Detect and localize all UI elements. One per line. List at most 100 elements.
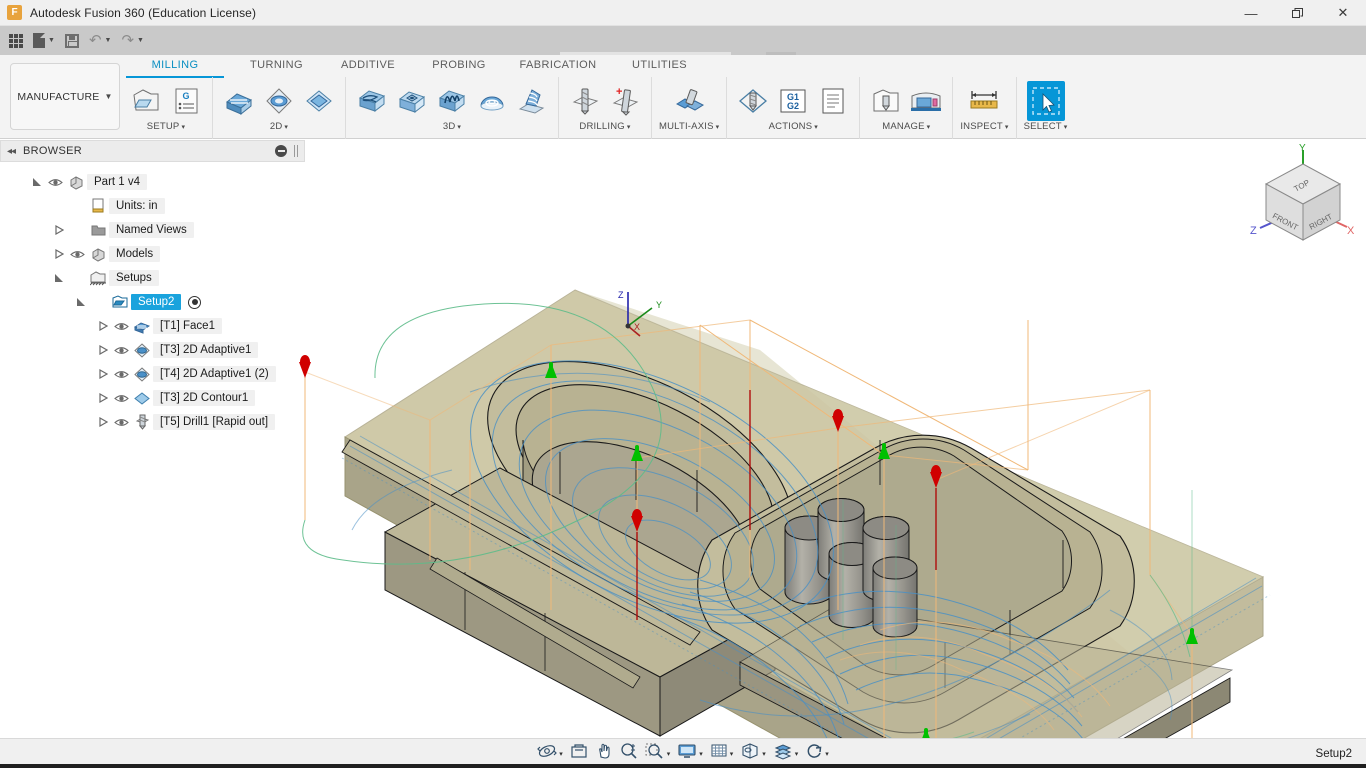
close-button[interactable]: ✕: [1320, 0, 1366, 26]
expand-triangle-open-icon[interactable]: [28, 177, 45, 187]
contour-2d-icon[interactable]: [300, 81, 338, 121]
minimize-button[interactable]: —: [1228, 0, 1274, 26]
tree-row[interactable]: Models: [0, 242, 305, 266]
expand-triangle-closed-icon[interactable]: [50, 249, 67, 259]
expand-triangle-closed-icon[interactable]: [94, 393, 111, 403]
ribbon-group-label[interactable]: MANAGE ▾: [882, 121, 930, 134]
ribbon-group-label[interactable]: DRILLING ▾: [579, 121, 630, 134]
ribbon-group-label[interactable]: ACTIONS ▾: [769, 121, 818, 134]
ribbon-group-label[interactable]: SETUP ▾: [147, 121, 185, 134]
tree-item-label[interactable]: Named Views: [109, 222, 194, 238]
visibility-eye-icon[interactable]: [111, 393, 131, 404]
tree-row[interactable]: Part 1 v4: [0, 170, 305, 194]
fit-button[interactable]: ▾: [642, 741, 674, 767]
redo-icon: ↷: [121, 32, 135, 49]
collapse-panel-icon[interactable]: ◂◂: [7, 146, 16, 157]
setup-sheet-icon[interactable]: [814, 81, 852, 121]
tree-item-label[interactable]: Part 1 v4: [87, 174, 148, 190]
tree-row[interactable]: Units: in: [0, 194, 305, 218]
visibility-eye-icon[interactable]: [111, 369, 131, 380]
tree-row[interactable]: Named Views: [0, 218, 305, 242]
grid-snap-button[interactable]: ▾: [707, 741, 737, 767]
adaptive-2d-icon[interactable]: [260, 81, 298, 121]
bore-icon[interactable]: +: [606, 81, 644, 121]
tree-item-label[interactable]: Setup2: [131, 294, 182, 310]
post-process-icon[interactable]: G1 G2: [774, 81, 812, 121]
expand-triangle-closed-icon[interactable]: [94, 369, 111, 379]
scallop-3d-icon[interactable]: [473, 81, 511, 121]
active-setup-radio[interactable]: [188, 295, 202, 309]
face-icon[interactable]: [220, 81, 258, 121]
minus-circle-icon[interactable]: [275, 145, 287, 157]
tree-item-label[interactable]: Units: in: [109, 198, 165, 214]
refresh-button[interactable]: ▾: [802, 741, 832, 767]
visibility-eye-icon[interactable]: [111, 321, 131, 332]
redo-button[interactable]: ↷ ▼: [116, 28, 149, 53]
tree-row[interactable]: [T4] 2D Adaptive1 (2): [0, 362, 305, 386]
ribbon-group-label[interactable]: MULTI-AXIS ▾: [659, 121, 719, 134]
ribbon-tab-additive[interactable]: ADDITIVE: [323, 55, 413, 77]
setup-icon[interactable]: [127, 81, 165, 121]
visibility-eye-icon[interactable]: [45, 177, 65, 188]
ribbon-tab-utilities[interactable]: UTILITIES: [611, 55, 708, 77]
visibility-eye-icon[interactable]: [111, 345, 131, 356]
ribbon-tab-milling[interactable]: MILLING: [120, 55, 230, 78]
viewcube-axis-x: X: [1347, 225, 1355, 237]
visibility-eye-icon[interactable]: [111, 417, 131, 428]
select-icon[interactable]: [1026, 81, 1065, 121]
look-at-button[interactable]: [567, 741, 591, 767]
expand-triangle-closed-icon[interactable]: [50, 225, 67, 235]
pan-button[interactable]: [592, 741, 616, 767]
visibility-eye-icon[interactable]: [67, 249, 87, 260]
tree-item-label[interactable]: Models: [109, 246, 161, 262]
zoom-button[interactable]: [617, 741, 641, 767]
orbit-button[interactable]: ▾: [534, 741, 566, 767]
tree-item-label[interactable]: [T3] 2D Contour1: [153, 390, 256, 406]
view-cube[interactable]: Y Z X TOP FRONT RIGHT: [1248, 142, 1358, 252]
pocket-3d-icon[interactable]: [393, 81, 431, 121]
new-file-button[interactable]: ▼: [28, 28, 60, 53]
ribbon-tab-turning[interactable]: TURNING: [230, 55, 323, 77]
restore-button[interactable]: [1274, 0, 1320, 26]
expand-triangle-open-icon[interactable]: [50, 273, 67, 283]
tree-item-label[interactable]: [T3] 2D Adaptive1: [153, 342, 259, 358]
drill-icon[interactable]: [566, 81, 604, 121]
ribbon-group-label[interactable]: SELECT ▾: [1024, 121, 1068, 134]
tree-row[interactable]: [T3] 2D Contour1: [0, 386, 305, 410]
tree-row[interactable]: Setups: [0, 266, 305, 290]
tree-item-label[interactable]: Setups: [109, 270, 159, 286]
tree-row[interactable]: Setup2: [0, 290, 305, 314]
undo-button[interactable]: ↶ ▼: [84, 28, 117, 53]
save-button[interactable]: [60, 28, 84, 53]
viewport-layout-button[interactable]: ▾: [737, 741, 769, 767]
tool-library-icon[interactable]: [867, 81, 905, 121]
ribbon-tab-probing[interactable]: PROBING: [413, 55, 505, 77]
tree-item-label[interactable]: [T1] Face1: [153, 318, 222, 334]
ribbon-group-label[interactable]: INSPECT ▾: [960, 121, 1008, 134]
adaptive-3d-icon[interactable]: [353, 81, 391, 121]
panel-resize-grip[interactable]: [294, 145, 298, 157]
expand-triangle-open-icon[interactable]: [72, 297, 89, 307]
workspace-selector[interactable]: MANUFACTURE ▼: [10, 63, 120, 130]
tree-item-label[interactable]: [T4] 2D Adaptive1 (2): [153, 366, 276, 382]
parallel-3d-icon[interactable]: [433, 81, 471, 121]
nc-program-icon[interactable]: G: [167, 81, 205, 121]
ribbon-group-label[interactable]: 2D ▾: [270, 121, 288, 134]
ribbon-tab-fabrication[interactable]: FABRICATION: [505, 55, 611, 77]
ribbon-group-label[interactable]: 3D ▾: [443, 121, 461, 134]
tree-row[interactable]: [T3] 2D Adaptive1: [0, 338, 305, 362]
tree-row[interactable]: [T5] Drill1 [Rapid out]: [0, 410, 305, 434]
measure-icon[interactable]: [965, 81, 1003, 121]
expand-triangle-closed-icon[interactable]: [94, 321, 111, 331]
tree-item-label[interactable]: [T5] Drill1 [Rapid out]: [153, 414, 276, 430]
expand-triangle-closed-icon[interactable]: [94, 345, 111, 355]
machine-library-icon[interactable]: [907, 81, 945, 121]
visual-style-button[interactable]: ▾: [770, 741, 802, 767]
spiral-3d-icon[interactable]: [513, 81, 551, 121]
display-settings-button[interactable]: ▾: [674, 741, 706, 767]
simulate-icon[interactable]: [734, 81, 772, 121]
multi-axis-icon[interactable]: [670, 81, 708, 121]
expand-triangle-closed-icon[interactable]: [94, 417, 111, 427]
tree-row[interactable]: [T1] Face1: [0, 314, 305, 338]
app-grid-button[interactable]: [4, 28, 28, 53]
